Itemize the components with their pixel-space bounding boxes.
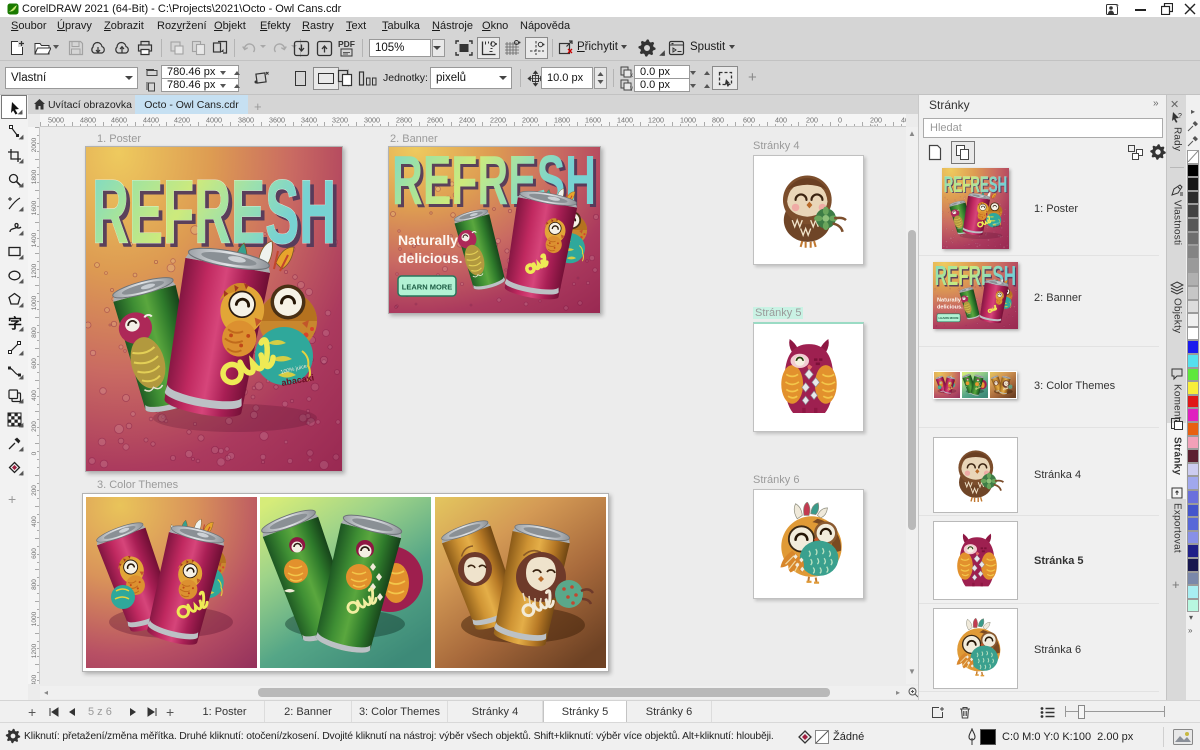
svg-text:x: x: [630, 73, 633, 78]
svg-text:y: y: [630, 86, 633, 91]
svg-text:字: 字: [8, 316, 22, 331]
svg-text:PDF: PDF: [338, 39, 355, 49]
svg-text:?: ?: [1178, 113, 1182, 120]
